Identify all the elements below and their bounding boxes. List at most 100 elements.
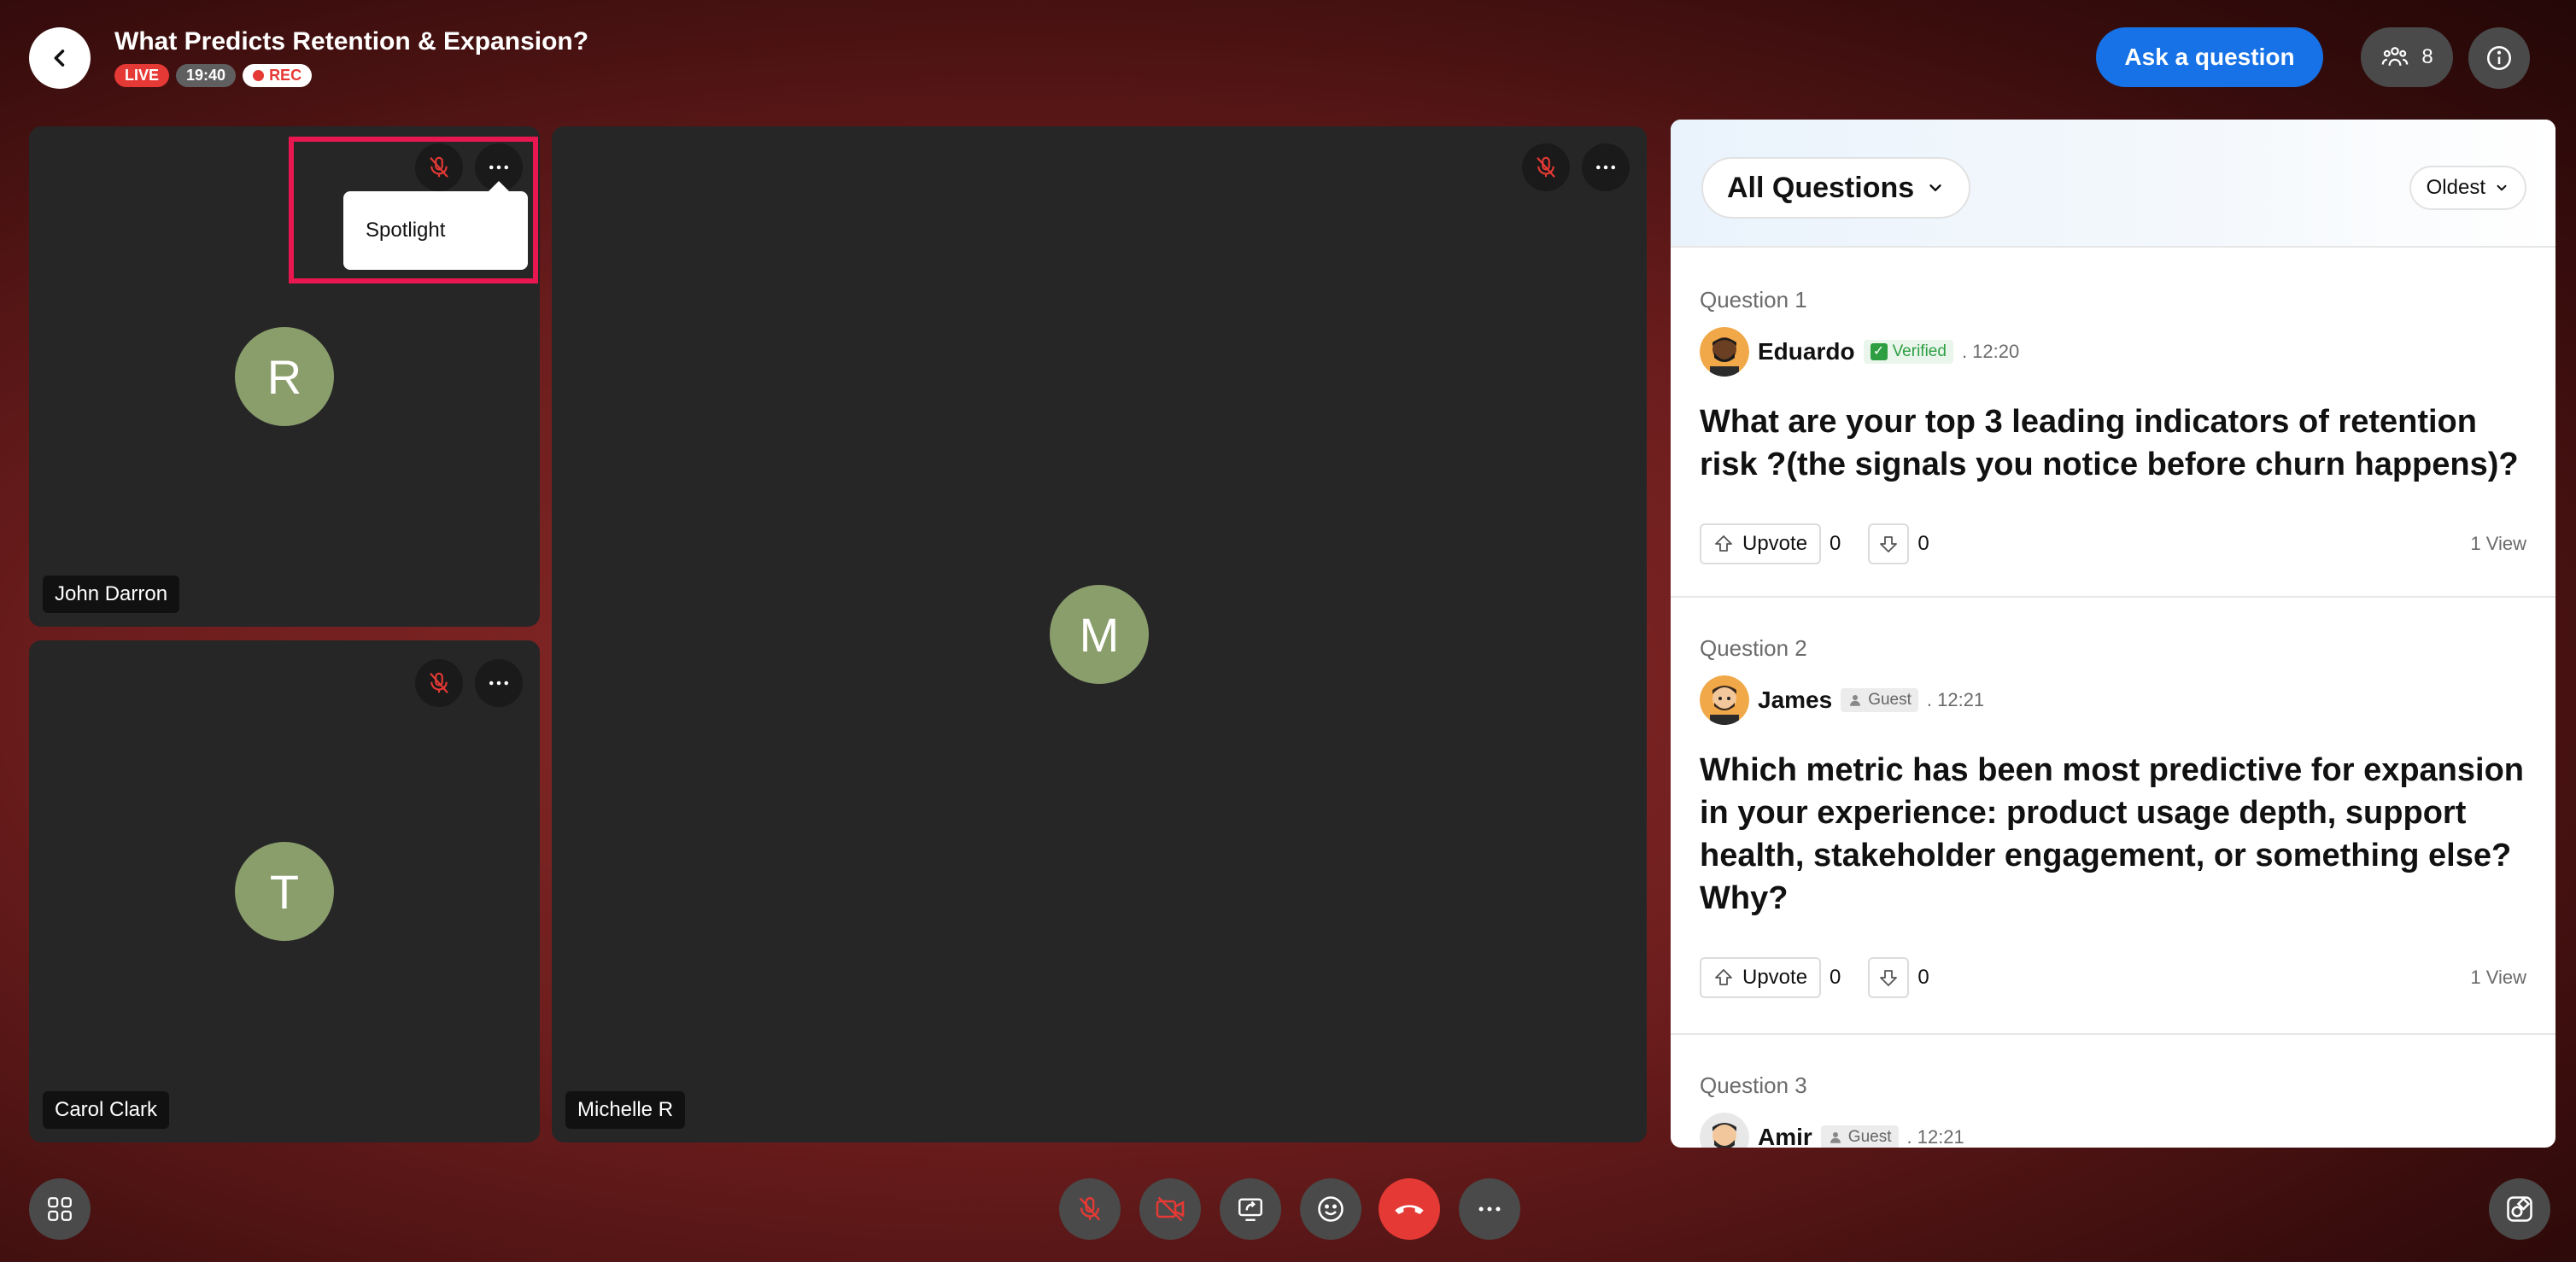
grid-layout-button[interactable] (29, 1178, 91, 1240)
vote-row: Upvote 0 0 1 View (1700, 957, 2526, 998)
participant-name-label: Carol Clark (43, 1091, 170, 1129)
arrow-down-icon (1880, 970, 1898, 986)
question-author-name: Amir (1758, 1124, 1812, 1148)
more-options-button[interactable] (1459, 1178, 1520, 1240)
question-number: Question 2 (1700, 635, 1807, 661)
sort-label: Oldest (2426, 176, 2485, 199)
arrow-up-icon (1715, 535, 1732, 552)
questions-filter-dropdown[interactable]: All Questions (1701, 157, 1971, 219)
rec-badge: REC (243, 64, 313, 87)
chevron-down-icon (2497, 184, 2507, 191)
participant-avatar: T (235, 842, 334, 941)
questions-panel-header: All Questions Oldest (1671, 120, 2556, 248)
arrow-up-icon (1715, 969, 1732, 985)
apps-button[interactable] (2489, 1178, 2550, 1240)
question-author-name: Eduardo (1758, 338, 1855, 365)
avatar (1700, 675, 1749, 725)
tile-more-button[interactable] (475, 659, 523, 707)
chevron-down-icon (1929, 184, 1941, 191)
question-author-row: James Guest . 12:21 (1700, 675, 2526, 725)
status-badges: LIVE 19:40 REC (114, 64, 313, 87)
more-horizontal-icon (1478, 1206, 1501, 1212)
screen-share-icon (1238, 1198, 1262, 1221)
reactions-button[interactable] (1300, 1178, 1361, 1240)
upvote-count: 0 (1830, 966, 1841, 989)
mic-off-icon (430, 672, 448, 693)
vote-row: Upvote 0 0 1 View (1700, 523, 2526, 564)
spotlight-menu-item[interactable]: Spotlight (366, 219, 445, 242)
emoji-icon (1318, 1196, 1344, 1222)
questions-panel: All Questions Oldest Question 1 Eduardo … (1671, 120, 2556, 1148)
screen-share-button[interactable] (1220, 1178, 1281, 1240)
participant-avatar: M (1050, 585, 1149, 684)
camera-toggle-button[interactable] (1139, 1178, 1201, 1240)
more-horizontal-icon (489, 165, 508, 170)
chevron-left-icon (54, 50, 65, 67)
upvote-button[interactable]: Upvote (1700, 957, 1822, 998)
question-text: Which metric has been most predictive fo… (1700, 752, 2525, 916)
info-button[interactable] (2468, 27, 2530, 89)
downvote-count: 0 (1917, 966, 1929, 989)
question-number: Question 1 (1700, 287, 1807, 313)
shapes-icon (2507, 1196, 2532, 1222)
view-count: 1 View (2470, 967, 2526, 988)
person-icon (1850, 695, 1861, 706)
downvote-button[interactable] (1868, 957, 1910, 998)
ask-question-button[interactable]: Ask a question (2096, 27, 2323, 87)
participant-name-label: Michelle R (565, 1091, 686, 1129)
tile-options-menu: Spotlight (343, 181, 528, 270)
hang-up-icon (1395, 1205, 1424, 1214)
downvote-button[interactable] (1868, 523, 1910, 564)
people-icon (2382, 47, 2409, 67)
question-author-row: Amir Guest . 12:21 (1700, 1113, 2526, 1148)
guest-badge: Guest (1820, 1125, 1899, 1148)
participant-count: 8 (2421, 45, 2433, 68)
rec-label: REC (269, 67, 302, 84)
question-time: . 12:21 (1926, 689, 1985, 710)
timer-badge: 19:40 (176, 64, 237, 87)
upvote-button[interactable]: Upvote (1700, 523, 1822, 564)
check-icon: ✓ (1870, 343, 1888, 360)
more-horizontal-icon (489, 681, 508, 686)
avatar (1700, 1113, 1749, 1148)
info-icon (2486, 45, 2512, 71)
question-card: Question 2 James Guest . 12:21 Which met… (1671, 598, 2556, 1035)
guest-label: Guest (1868, 691, 1912, 709)
mic-off-icon (1079, 1197, 1101, 1221)
tile-mute-button[interactable] (415, 143, 463, 191)
question-author-row: Eduardo ✓ Verified . 12:20 (1700, 327, 2526, 377)
guest-label: Guest (1847, 1128, 1892, 1146)
filter-label: All Questions (1727, 171, 1915, 204)
guest-badge: Guest (1841, 688, 1918, 712)
camera-off-icon (1156, 1196, 1185, 1222)
grid-icon (48, 1197, 72, 1221)
tile-more-button[interactable] (1582, 143, 1630, 191)
participant-name-label: John Darron (43, 575, 180, 613)
microphone-toggle-button[interactable] (1059, 1178, 1121, 1240)
question-text: What are your top 3 leading indicators o… (1700, 404, 2519, 482)
upvote-label: Upvote (1742, 532, 1808, 555)
downvote-count: 0 (1917, 532, 1929, 555)
participant-tile-michelle[interactable]: M Michelle R (552, 126, 1647, 1142)
question-time: . 12:20 (1961, 341, 2020, 362)
person-icon (1830, 1132, 1841, 1143)
sort-dropdown[interactable]: Oldest (2409, 166, 2526, 210)
verified-badge: ✓ Verified (1863, 340, 1953, 364)
mic-off-icon (430, 156, 448, 178)
participants-button[interactable]: 8 (2361, 27, 2453, 87)
back-button[interactable] (29, 27, 91, 89)
tile-mute-button[interactable] (1522, 143, 1570, 191)
leave-call-button[interactable] (1379, 1178, 1440, 1240)
verified-label: Verified (1892, 342, 1947, 360)
live-badge: LIVE (114, 64, 170, 87)
more-horizontal-icon (1596, 165, 1615, 170)
view-count: 1 View (2470, 533, 2526, 554)
mic-off-icon (1537, 156, 1555, 178)
event-title: What Predicts Retention & Expansion? (114, 27, 589, 56)
participant-avatar: R (235, 327, 334, 426)
question-card: Question 1 Eduardo ✓ Verified . 12:20 Wh… (1671, 248, 2556, 598)
upvote-label: Upvote (1742, 966, 1808, 989)
record-dot-icon (253, 70, 265, 81)
participant-tile-carol[interactable]: T Carol Clark (29, 640, 540, 1142)
tile-mute-button[interactable] (415, 659, 463, 707)
